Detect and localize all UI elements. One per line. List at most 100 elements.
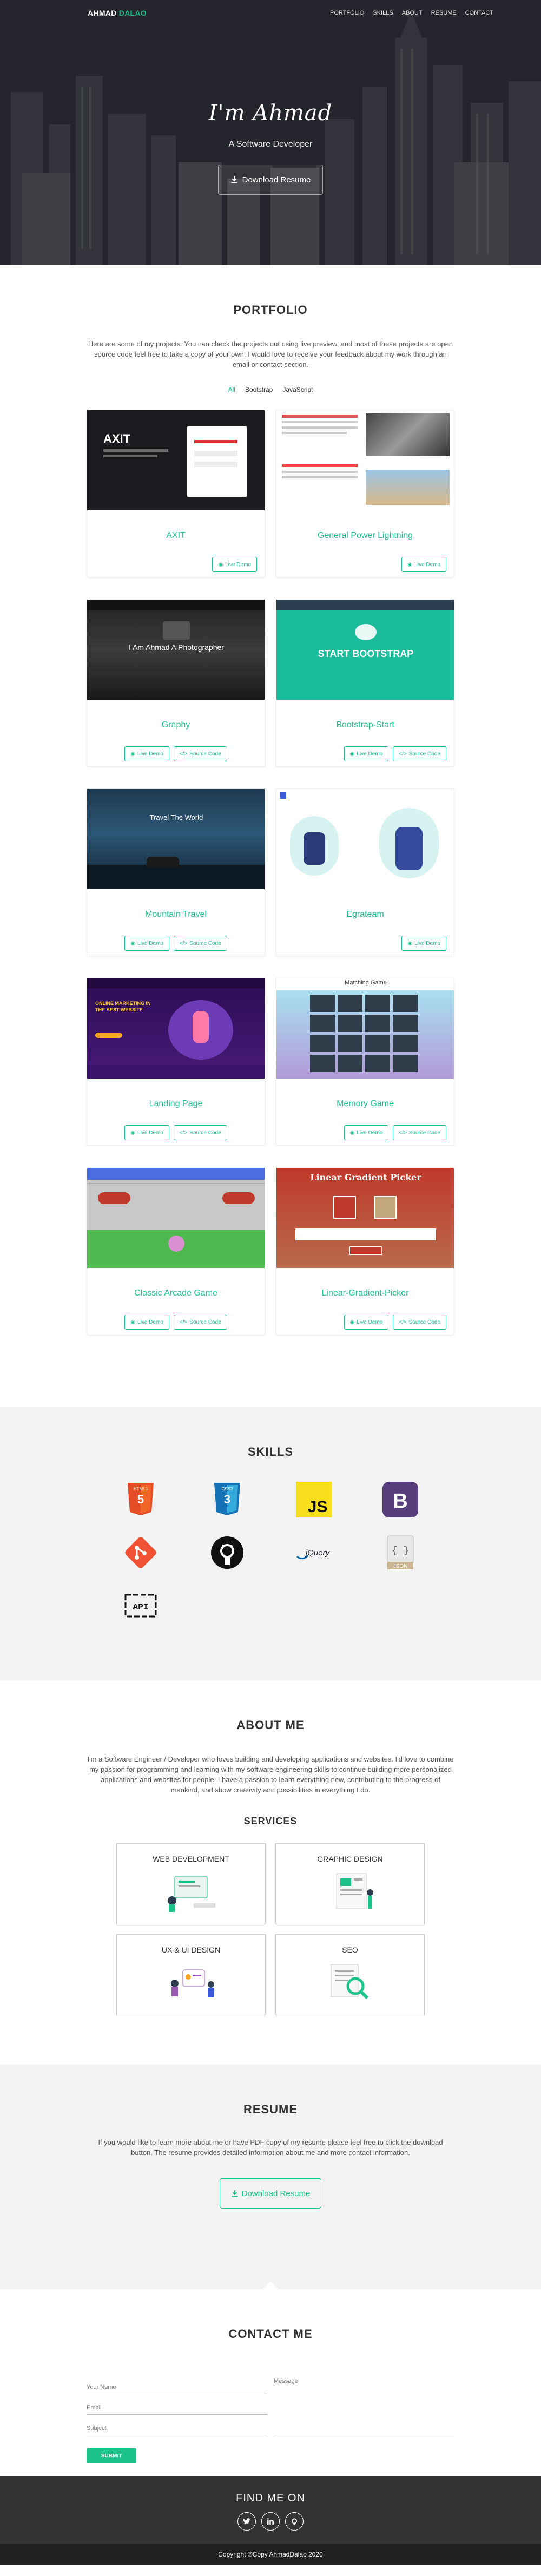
svg-text:3: 3 — [224, 1493, 230, 1506]
project-thumbnail[interactable]: START BOOTSTRAP — [276, 600, 454, 700]
nav-link-about[interactable]: ABOUT — [402, 10, 423, 16]
project-thumbnail[interactable]: Matching Game — [276, 978, 454, 1079]
project-cards: AXIT AXIT ◉ Live Demo General Power Ligh… — [87, 410, 454, 1335]
project-card: General Power Lightning ◉ Live Demo — [276, 410, 454, 577]
portfolio-filters: All Bootstrap JavaScript — [0, 386, 541, 393]
brand-logo[interactable]: AHMAD DALAO — [88, 9, 147, 17]
resume-section: RESUME If you would like to learn more a… — [0, 2065, 541, 2290]
live-demo-label: Live Demo — [357, 1319, 383, 1325]
live-demo-button[interactable]: ◉ Live Demo — [124, 746, 169, 761]
html5-label: HTML5 — [134, 1487, 148, 1491]
project-thumbnail[interactable]: Linear Gradient Picker — [276, 1168, 454, 1268]
linkedin-icon[interactable] — [261, 2512, 280, 2531]
hero-download-resume-button[interactable]: Download Resume — [217, 165, 324, 195]
project-name: Landing Page — [149, 1099, 203, 1108]
section-notch — [262, 2281, 279, 2290]
project-thumbnail[interactable] — [87, 1168, 265, 1268]
project-thumbnail[interactable]: ONLINE MARKETING IN THE BEST WEBSITE — [87, 978, 265, 1079]
live-demo-button[interactable]: ◉ Live Demo — [124, 936, 169, 951]
project-actions: ◉ Live Demo — [87, 557, 257, 572]
about-section: ABOUT ME I'm a Software Engineer / Devel… — [0, 1680, 541, 2065]
github-icon — [208, 1534, 246, 1572]
live-demo-label: Live Demo — [357, 1129, 383, 1136]
download-icon — [232, 2190, 238, 2197]
project-thumbnail[interactable]: AXIT — [87, 410, 265, 510]
contact-form: Your Name Message Email Subject SUBMIT — [87, 2374, 454, 2463]
live-demo-button[interactable]: ◉ Live Demo — [124, 1125, 169, 1140]
hero-download-label: Download Resume — [242, 175, 311, 185]
project-actions: ◉ Live Demo </> Source Code — [87, 936, 265, 951]
thumb-title: I Am Ahmad A Photographer — [129, 643, 224, 652]
eye-icon: ◉ — [407, 940, 413, 947]
source-code-button[interactable]: </> Source Code — [173, 1125, 227, 1140]
source-code-button[interactable]: </> Source Code — [173, 1315, 227, 1330]
live-demo-label: Live Demo — [414, 561, 440, 568]
download-resume-label: Download Resume — [241, 2189, 311, 2198]
nav-link-portfolio[interactable]: PORTFOLIO — [330, 10, 364, 16]
form-bottom-rule — [87, 2435, 454, 2439]
project-name: Mountain Travel — [145, 910, 207, 919]
filter-bootstrap[interactable]: Bootstrap — [245, 386, 273, 393]
graphic-design-illustration-icon — [336, 1873, 373, 1909]
live-demo-label: Live Demo — [225, 561, 251, 568]
live-demo-label: Live Demo — [137, 940, 163, 947]
project-name: Classic Arcade Game — [134, 1289, 217, 1298]
github-icon[interactable] — [285, 2512, 304, 2531]
project-thumbnail[interactable] — [276, 789, 454, 889]
services-grid: WEB DEVELOPMENT GRAPHIC DESIGN UX & UI D… — [116, 1843, 425, 2015]
jquery-label: jQuery — [305, 1548, 331, 1558]
brand-last: DALAO — [116, 9, 147, 17]
live-demo-button[interactable]: ◉ Live Demo — [344, 1125, 389, 1140]
eye-icon: ◉ — [407, 561, 413, 568]
source-code-label: Source Code — [408, 1319, 440, 1325]
source-code-label: Source Code — [189, 940, 221, 947]
live-demo-button[interactable]: ◉ Live Demo — [344, 1315, 389, 1330]
brand-first: AHMAD — [88, 9, 117, 17]
nav-link-skills[interactable]: SKILLS — [373, 10, 393, 16]
css3-icon: 3 CSS3 — [208, 1481, 246, 1519]
source-code-button[interactable]: </> Source Code — [393, 1315, 446, 1330]
project-card: Linear Gradient Picker Linear-Gradient-P… — [276, 1167, 454, 1335]
thumb-title: Matching Game — [345, 980, 387, 986]
eye-icon: ◉ — [130, 1129, 136, 1136]
live-demo-button[interactable]: ◉ Live Demo — [401, 557, 446, 572]
nav-link-resume[interactable]: RESUME — [431, 10, 457, 16]
twitter-icon[interactable] — [237, 2512, 256, 2531]
message-field[interactable]: Message — [274, 2374, 454, 2435]
nav-link-contact[interactable]: CONTACT — [465, 10, 493, 16]
filter-all[interactable]: All — [228, 386, 235, 393]
name-field[interactable]: Your Name — [87, 2374, 267, 2394]
email-field[interactable]: Email — [87, 2394, 267, 2415]
source-code-button[interactable]: </> Source Code — [173, 746, 227, 761]
thumb-title: Linear Gradient Picker — [310, 1172, 421, 1182]
eye-icon: ◉ — [349, 1129, 355, 1136]
contact-section: CONTACT ME Your Name Message Email Subje… — [0, 2289, 541, 2476]
source-code-label: Source Code — [189, 1319, 221, 1325]
live-demo-button[interactable]: ◉ Live Demo — [401, 936, 446, 951]
code-icon: </> — [399, 1319, 407, 1325]
eye-icon: ◉ — [130, 940, 136, 947]
subject-field[interactable]: Subject — [87, 2415, 267, 2435]
code-icon: </> — [179, 1319, 188, 1325]
code-icon: </> — [399, 751, 407, 757]
live-demo-button[interactable]: ◉ Live Demo — [212, 557, 257, 572]
source-code-button[interactable]: </> Source Code — [173, 936, 227, 951]
project-thumbnail[interactable]: Travel The World — [87, 789, 265, 889]
live-demo-button[interactable]: ◉ Live Demo — [124, 1315, 169, 1330]
download-resume-button[interactable]: Download Resume — [219, 2178, 322, 2209]
project-thumbnail[interactable] — [276, 410, 454, 510]
project-actions: ◉ Live Demo </> Source Code — [87, 746, 265, 761]
source-code-button[interactable]: </> Source Code — [393, 746, 446, 761]
project-name: AXIT — [166, 531, 186, 540]
project-thumbnail[interactable]: I Am Ahmad A Photographer — [87, 600, 265, 700]
bootstrap-icon: B — [381, 1481, 419, 1519]
project-actions: ◉ Live Demo </> Source Code — [276, 1125, 446, 1140]
live-demo-button[interactable]: ◉ Live Demo — [344, 746, 389, 761]
portfolio-section: PORTFOLIO Here are some of my projects. … — [0, 265, 541, 1407]
api-label: API — [133, 1602, 149, 1612]
source-code-button[interactable]: </> Source Code — [393, 1125, 446, 1140]
filter-javascript[interactable]: JavaScript — [282, 386, 313, 393]
skills-grid: 5 HTML5 3 CSS3 JS B jQuery { } JSON API — [97, 1481, 444, 1625]
submit-button[interactable]: SUBMIT — [87, 2448, 136, 2463]
eye-icon: ◉ — [218, 561, 223, 568]
